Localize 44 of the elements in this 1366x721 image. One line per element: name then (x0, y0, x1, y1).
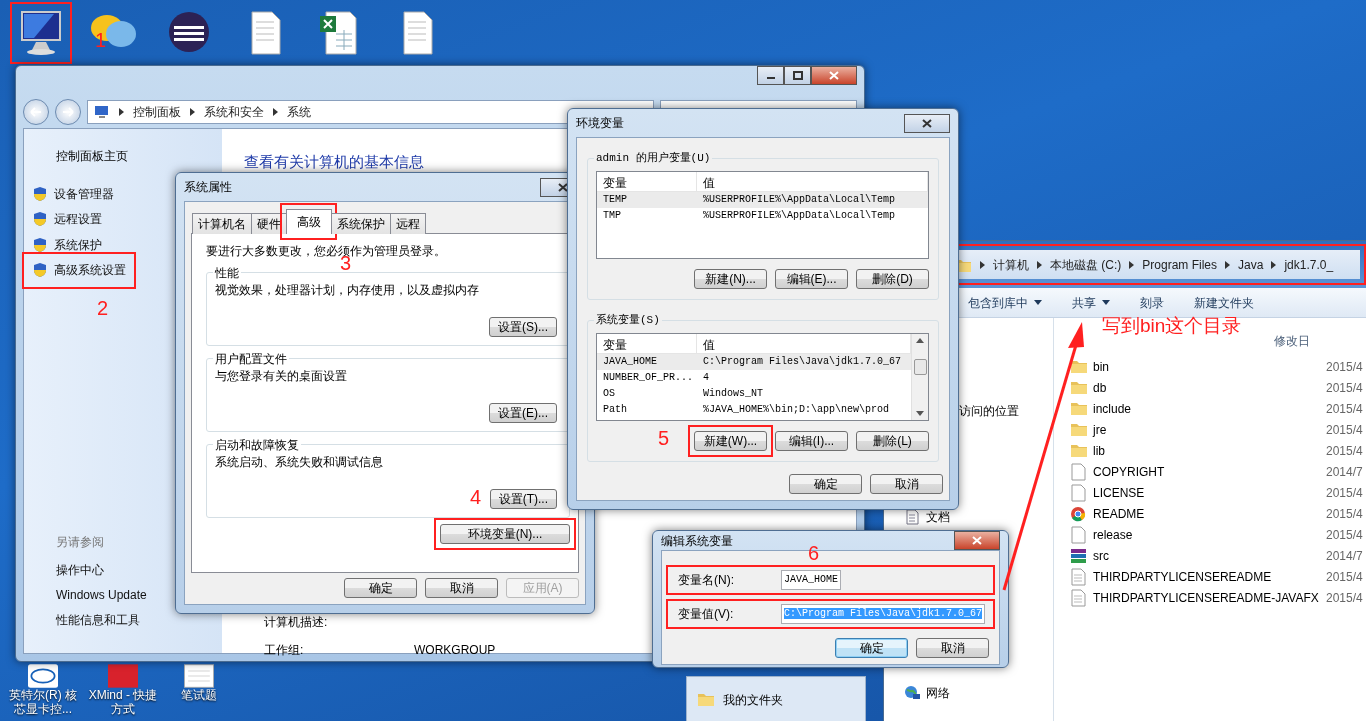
group-description: 系统启动、系统失败和调试信息 (215, 454, 384, 471)
group-title: 启动和故障恢复 (213, 436, 301, 454)
file-date: 2015/4 (1326, 358, 1363, 376)
field-label: 变量名(N): (678, 572, 735, 589)
file-date: 2015/4 (1326, 568, 1363, 586)
step-number: 6 (808, 543, 820, 563)
variable-value: %USERPROFILE%\AppData\Local\Temp (702, 209, 897, 223)
group-title: 性能 (213, 264, 241, 282)
variable-name: JAVA_HOME (602, 355, 658, 369)
section-heading: 另请参阅 (55, 534, 105, 551)
variable-name: Path (602, 403, 628, 417)
field-label: 工作组: (264, 642, 305, 659)
file-date: 2015/4 (1326, 589, 1363, 607)
file-date: 2015/4 (1326, 505, 1363, 523)
annotation-text: 写到bin这个目录 (1102, 314, 1242, 338)
group-description: 与您登录有关的桌面设置 (215, 368, 348, 385)
variable-name: OS (602, 387, 616, 401)
variable-name: TMP (602, 209, 622, 223)
variable-value: %USERPROFILE%\AppData\Local\Temp (702, 193, 897, 207)
group-description: 视觉效果，处理器计划，内存使用，以及虚拟内存 (215, 282, 480, 299)
variable-value: %JAVA_HOME%\bin;D:\app\new\prod (702, 403, 891, 417)
page-heading: 查看有关计算机的基本信息 (244, 152, 424, 172)
variable-value: Windows_NT (702, 387, 764, 401)
file-date: 2015/4 (1326, 442, 1363, 460)
step-number: 4 (470, 487, 482, 507)
variable-name: TEMP (602, 193, 628, 207)
file-date: 2015/4 (1326, 526, 1363, 544)
file-date: 2015/4 (1326, 484, 1363, 502)
variable-value: C:\Program Files\Java\jdk1.7.0_67 (702, 355, 903, 369)
field-label: 计算机描述: (264, 614, 329, 631)
file-date: 2015/4 (1326, 421, 1363, 439)
variable-name: NUMBER_OF_PR... (602, 371, 694, 385)
step-number: 5 (658, 428, 670, 448)
group-title: 用户配置文件 (213, 350, 289, 368)
field-value: WORKGROUP (414, 642, 496, 659)
field-label: 变量值(V): (678, 606, 735, 623)
file-date: 2015/4 (1326, 400, 1363, 418)
file-date: 2015/4 (1326, 379, 1363, 397)
file-date: 2014/7 (1326, 463, 1363, 481)
step-number: 2 (97, 298, 109, 318)
dialog-title: 系统属性 (184, 179, 232, 196)
file-date: 2014/7 (1326, 547, 1363, 565)
dialog-title: 编辑系统变量 (661, 532, 733, 550)
variable-value: 4 (702, 371, 710, 385)
